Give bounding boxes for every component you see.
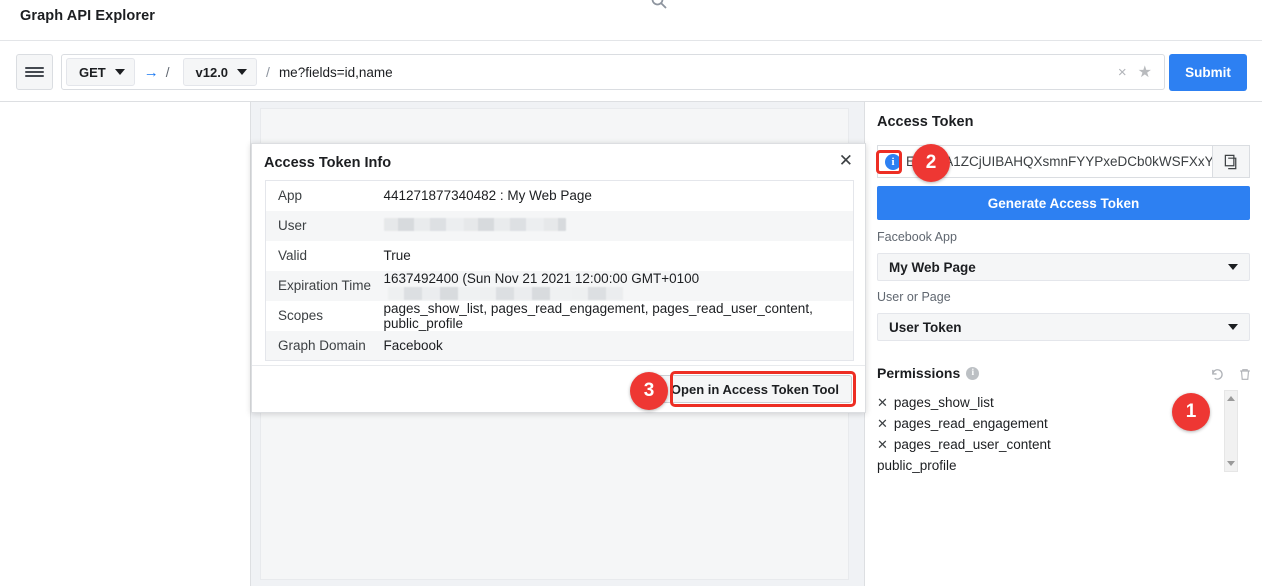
row-key: Valid	[278, 248, 308, 263]
api-version-select[interactable]: v12.0	[182, 58, 258, 86]
path-separator-2: /	[266, 64, 270, 80]
submit-button[interactable]: Submit	[1169, 54, 1247, 91]
row-value: Facebook	[383, 337, 443, 353]
left-panel	[0, 102, 251, 586]
arrow-right-icon: →	[143, 63, 159, 81]
permissions-title: Permissions	[877, 365, 961, 381]
user-or-page-label: User or Page	[877, 290, 951, 304]
facebook-app-value: My Web Page	[889, 259, 976, 275]
table-row: App 441271877340482 : My Web Page	[265, 180, 854, 211]
open-in-access-token-tool-button[interactable]: Open in Access Token Tool	[657, 375, 852, 403]
trash-icon[interactable]	[1238, 367, 1252, 387]
row-value: True	[383, 248, 411, 263]
star-icon[interactable]: ★	[1138, 62, 1152, 82]
table-row: Valid True	[265, 240, 854, 271]
path-separator-1: /	[165, 64, 170, 80]
row-value: pages_show_list, pages_read_engagement, …	[383, 300, 813, 331]
dialog-footer: Open in Access Token Tool	[252, 365, 865, 412]
remove-permission-icon[interactable]: ✕	[877, 416, 888, 432]
generate-access-token-button[interactable]: Generate Access Token	[877, 186, 1250, 220]
access-token-info-dialog: Access Token Info ✕ App 441271877340482 …	[251, 143, 866, 413]
row-key: App	[278, 188, 303, 204]
chevron-down-icon	[1228, 264, 1238, 270]
info-circle-icon[interactable]: i	[966, 366, 980, 380]
row-value: 441271877340482 : My Web Page	[383, 188, 592, 204]
remove-permission-icon[interactable]: ✕	[877, 395, 888, 411]
permission-label: pages_read_user_content	[893, 437, 1051, 452]
user-or-page-select[interactable]: User Token	[877, 313, 1250, 341]
redacted-expiration-value	[387, 286, 623, 300]
table-row: Graph Domain Facebook	[265, 330, 854, 361]
chevron-down-icon	[1228, 324, 1238, 330]
table-row: User	[265, 210, 854, 241]
scroll-up-icon[interactable]	[1227, 396, 1235, 401]
info-circle-icon[interactable]: i	[885, 153, 901, 170]
permissions-actions	[1210, 367, 1252, 387]
facebook-app-label: Facebook App	[877, 230, 957, 244]
request-bar: GET → / v12.0 / me?fields=id,name × ★ Su…	[0, 41, 1262, 102]
dialog-title: Access Token Info	[264, 155, 392, 171]
app-header: Graph API Explorer	[0, 0, 1262, 41]
permissions-scrollbar[interactable]	[1224, 390, 1238, 472]
access-token-value: EA VZA1ZCjUIBAHQXsmnFYYPxeDCb0kWSFXxY(	[906, 154, 1212, 169]
permission-label: pages_show_list	[893, 395, 994, 410]
table-row: Scopes pages_show_list, pages_read_engag…	[265, 300, 854, 331]
close-icon[interactable]: ×	[1118, 64, 1127, 81]
remove-permission-icon[interactable]: ✕	[877, 437, 888, 453]
page-title: Graph API Explorer	[20, 8, 156, 24]
search-icon[interactable]	[650, 0, 668, 10]
redacted-user-value	[383, 217, 566, 231]
row-key: Graph Domain	[278, 337, 366, 353]
permission-label: public_profile	[877, 458, 957, 473]
annotation-badge-1: 1	[1172, 393, 1210, 431]
expiration-value: 1637492400 (Sun Nov 21 2021 12:00:00 GMT…	[383, 270, 700, 286]
list-item: public_profile	[877, 455, 1250, 476]
request-path-input[interactable]: me?fields=id,name	[279, 65, 1118, 80]
http-method-label: GET	[79, 64, 106, 80]
annotation-badge-3: 3	[630, 372, 668, 410]
permissions-heading: Permissions i	[877, 365, 980, 381]
api-version-label: v12.0	[195, 64, 229, 80]
facebook-app-select[interactable]: My Web Page	[877, 253, 1250, 281]
list-item[interactable]: ✕ pages_read_user_content	[877, 434, 1250, 455]
chevron-down-icon	[114, 69, 125, 75]
row-key: Scopes	[278, 308, 324, 323]
close-icon[interactable]: ✕	[839, 152, 853, 169]
annotation-badge-2: 2	[912, 144, 950, 182]
row-value: 1637492400 (Sun Nov 21 2021 12:00:00 GMT…	[372, 271, 854, 301]
arrow-separator: → /	[144, 65, 170, 80]
chevron-down-icon	[237, 69, 248, 75]
undo-icon[interactable]	[1210, 367, 1225, 387]
request-url-box: GET → / v12.0 / me?fields=id,name × ★	[61, 54, 1165, 90]
row-key: Expiration Time	[278, 278, 372, 293]
graph-api-explorer-app: Graph API Explorer GET → / v12.0 / me?fi…	[0, 0, 1262, 586]
row-key: User	[278, 218, 307, 233]
hamburger-icon[interactable]	[16, 54, 53, 90]
http-method-select[interactable]: GET	[66, 58, 135, 86]
table-row: Expiration Time 1637492400 (Sun Nov 21 2…	[265, 270, 854, 301]
user-or-page-value: User Token	[889, 319, 962, 335]
scroll-down-icon[interactable]	[1227, 461, 1235, 466]
permission-label: pages_read_engagement	[893, 416, 1048, 431]
token-info-table: App 441271877340482 : My Web Page User V…	[265, 180, 854, 361]
access-token-heading: Access Token	[877, 114, 974, 130]
row-value-redacted	[372, 211, 854, 241]
copy-icon[interactable]	[1212, 145, 1250, 178]
